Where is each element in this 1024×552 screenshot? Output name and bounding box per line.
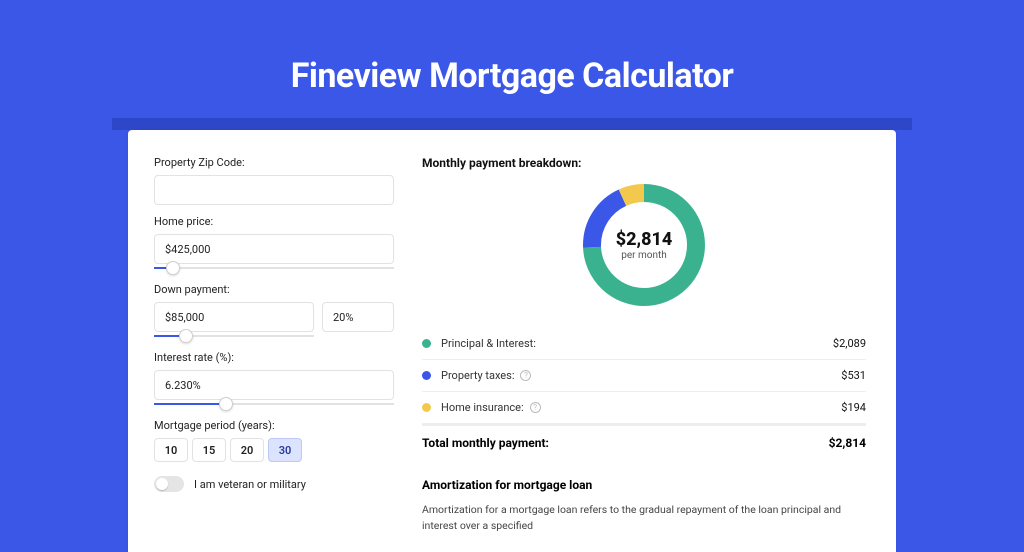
period-options: 10152030 (154, 438, 394, 462)
slider-thumb[interactable] (166, 261, 180, 275)
legend-row: Home insurance:?$194 (422, 391, 866, 423)
donut-sub: per month (621, 250, 667, 261)
period-label: Mortgage period (years): (154, 419, 394, 432)
calculator-card: Property Zip Code: Home price: Down paym… (128, 130, 896, 552)
veteran-toggle[interactable] (154, 476, 184, 492)
interest-input[interactable] (154, 370, 394, 400)
home-price-slider[interactable] (154, 263, 394, 273)
form-column: Property Zip Code: Home price: Down paym… (154, 156, 394, 552)
legend-row: Principal & Interest:$2,089 (422, 328, 866, 359)
legend-name: Property taxes:? (441, 369, 841, 382)
legend-amount: $194 (841, 401, 866, 414)
breakdown-title: Monthly payment breakdown: (422, 156, 866, 170)
legend-row: Property taxes:?$531 (422, 359, 866, 391)
breakdown-column: Monthly payment breakdown: $2,814 per mo… (422, 156, 866, 552)
down-payment-slider[interactable] (154, 331, 314, 341)
home-price-input[interactable] (154, 234, 394, 264)
info-icon[interactable]: ? (520, 370, 531, 381)
interest-slider[interactable] (154, 399, 394, 409)
legend-amount: $2,089 (833, 337, 866, 350)
interest-label: Interest rate (%): (154, 351, 394, 364)
zip-label: Property Zip Code: (154, 156, 394, 169)
down-payment-label: Down payment: (154, 283, 394, 296)
legend-dot (422, 403, 431, 412)
down-payment-pct-input[interactable] (322, 302, 394, 332)
down-payment-input[interactable] (154, 302, 314, 332)
donut-value: $2,814 (616, 229, 673, 250)
page-title: Fineview Mortgage Calculator (0, 0, 1024, 96)
amortization-title: Amortization for mortgage loan (422, 478, 866, 492)
zip-input[interactable] (154, 175, 394, 205)
legend-amount: $531 (841, 369, 866, 382)
donut-chart: $2,814 per month (422, 180, 866, 310)
slider-thumb[interactable] (179, 329, 193, 343)
legend-dot (422, 339, 431, 348)
amortization-text: Amortization for a mortgage loan refers … (422, 502, 866, 534)
legend-dot (422, 371, 431, 380)
legend: Principal & Interest:$2,089Property taxe… (422, 328, 866, 424)
slider-thumb[interactable] (219, 397, 233, 411)
period-option-30[interactable]: 30 (268, 438, 302, 462)
veteran-label: I am veteran or military (194, 478, 306, 491)
legend-name: Principal & Interest: (441, 337, 833, 350)
legend-total-amount: $2,814 (829, 436, 866, 450)
info-icon[interactable]: ? (530, 402, 541, 413)
legend-total-row: Total monthly payment: $2,814 (422, 424, 866, 460)
period-option-20[interactable]: 20 (230, 438, 264, 462)
period-option-10[interactable]: 10 (154, 438, 188, 462)
header-band (112, 118, 912, 130)
legend-total-label: Total monthly payment: (422, 436, 549, 450)
legend-name: Home insurance:? (441, 401, 841, 414)
toggle-knob (156, 478, 168, 490)
home-price-label: Home price: (154, 215, 394, 228)
period-option-15[interactable]: 15 (192, 438, 226, 462)
